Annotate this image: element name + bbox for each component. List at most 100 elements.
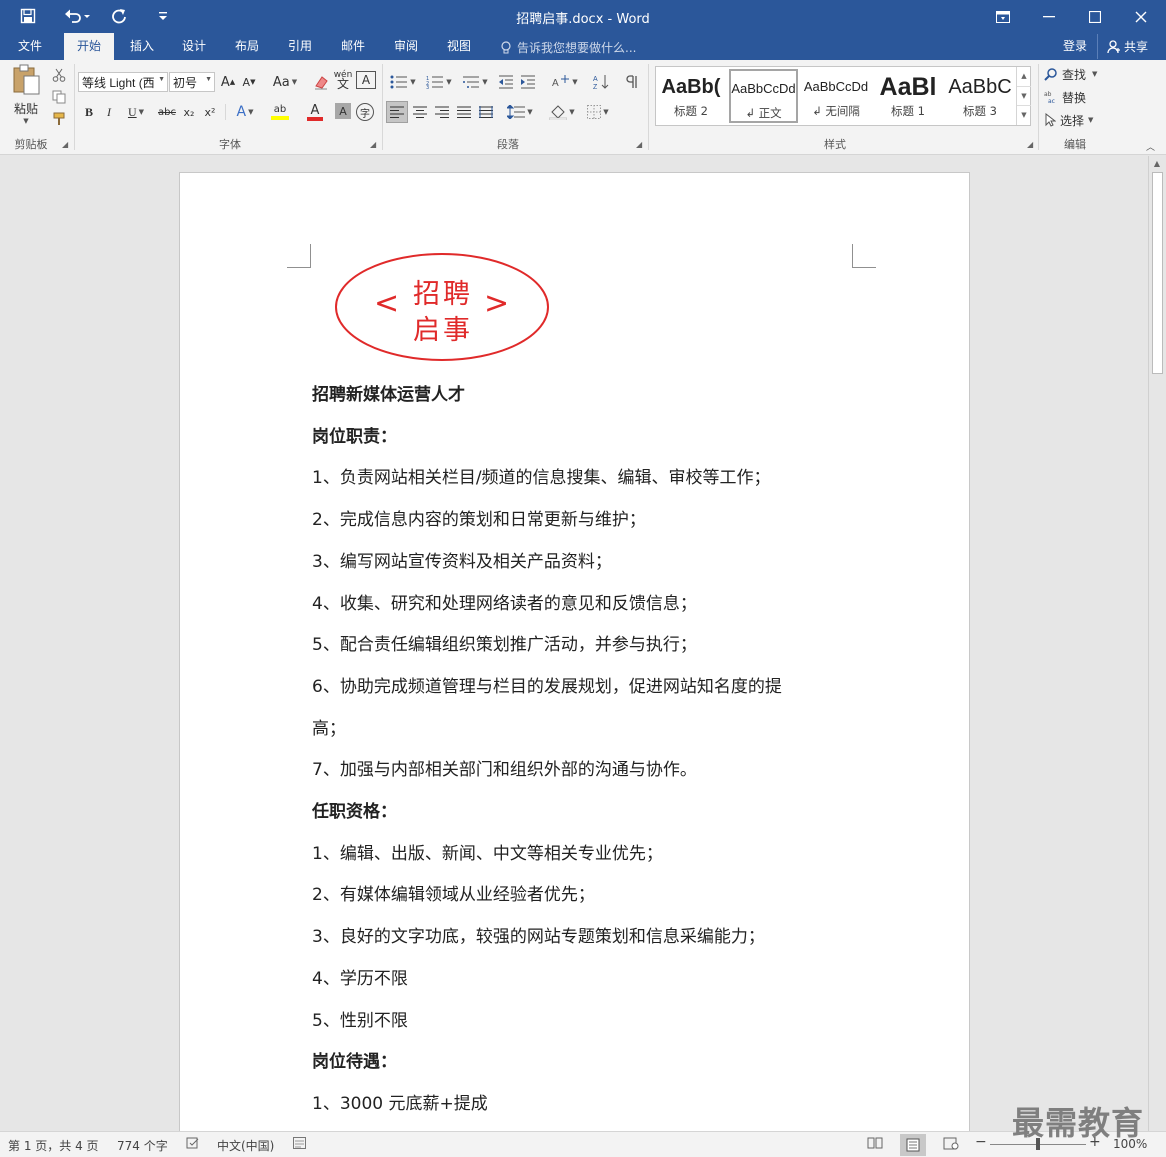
- paragraph[interactable]: 3、良好的文字功底，较强的网站专题策划和信息采编能力；: [312, 922, 765, 947]
- change-case-button[interactable]: Aa ▼: [268, 71, 302, 93]
- align-center-icon[interactable]: [410, 101, 430, 123]
- decrease-indent-icon[interactable]: [496, 71, 516, 93]
- undo-icon[interactable]: [58, 5, 96, 27]
- copy-icon[interactable]: [50, 86, 68, 108]
- section-heading[interactable]: 任职资格：: [312, 797, 397, 822]
- styles-more-icon[interactable]: ▼: [1017, 105, 1031, 124]
- scroll-thumb[interactable]: [1152, 172, 1163, 374]
- tab-design[interactable]: 设计: [170, 33, 218, 60]
- section-heading[interactable]: 岗位职责：: [312, 422, 397, 447]
- tab-home[interactable]: 开始: [64, 33, 114, 60]
- enclose-characters-button[interactable]: 字: [356, 103, 374, 121]
- line-spacing-button[interactable]: ▼: [504, 101, 536, 123]
- style-normal[interactable]: AaBbCcDd ↲ 正文: [729, 69, 798, 123]
- tab-insert[interactable]: 插入: [118, 33, 166, 60]
- font-size-combo[interactable]: 初号 ▼: [169, 72, 215, 92]
- font-name-combo[interactable]: 等线 Light (西 ▼: [78, 72, 168, 92]
- paragraph-launcher-icon[interactable]: ◢: [636, 140, 642, 149]
- paragraph[interactable]: 3、编写网站宣传资料及相关产品资料；: [312, 547, 612, 572]
- paragraph[interactable]: 高；: [312, 714, 346, 739]
- collapse-ribbon-icon[interactable]: ︿: [1146, 140, 1155, 153]
- styles-down-icon[interactable]: ▼: [1017, 86, 1031, 105]
- asian-layout-button[interactable]: A ▼: [550, 71, 580, 93]
- customize-qat-icon[interactable]: [152, 5, 174, 27]
- tell-me-box[interactable]: 告诉我您想要做什么...: [500, 39, 636, 56]
- sort-icon[interactable]: AZ: [590, 71, 612, 93]
- tab-review[interactable]: 审阅: [382, 33, 430, 60]
- strikethrough-button[interactable]: abc: [156, 101, 178, 123]
- select-button[interactable]: 选择 ▼: [1044, 109, 1106, 131]
- document-page[interactable]: < > 招聘 启事 招聘新媒体运营人才 岗位职责： 1、负责网站相关栏目/频道的信息…: [179, 172, 970, 1131]
- paragraph[interactable]: 2、完成信息内容的策划和日常更新与维护；: [312, 505, 646, 530]
- paragraph[interactable]: 1、负责网站相关栏目/频道的信息搜集、编辑、审校等工作；: [312, 463, 771, 488]
- tab-mailings[interactable]: 邮件: [329, 33, 377, 60]
- scroll-up-icon[interactable]: ▲: [1149, 156, 1165, 172]
- clipboard-launcher-icon[interactable]: ◢: [62, 140, 68, 149]
- tab-view[interactable]: 视图: [435, 33, 483, 60]
- save-icon[interactable]: [14, 5, 42, 27]
- web-layout-icon[interactable]: [943, 1137, 959, 1153]
- underline-button[interactable]: U ▼: [122, 101, 150, 123]
- paragraph[interactable]: 7、加强与内部相关部门和组织外部的沟通与协作。: [312, 755, 697, 780]
- read-mode-icon[interactable]: [867, 1137, 883, 1152]
- paragraph[interactable]: 1、编辑、出版、新闻、中文等相关专业优先；: [312, 839, 663, 864]
- italic-button[interactable]: I: [100, 101, 118, 123]
- paragraph[interactable]: 6、协助完成频道管理与栏目的发展规划，促进网站知名度的提: [312, 672, 782, 697]
- vertical-scrollbar[interactable]: ▲: [1148, 156, 1165, 1131]
- paragraph[interactable]: 5、性别不限: [312, 1006, 408, 1031]
- paragraph[interactable]: 1、3000 元底薪+提成: [312, 1089, 488, 1114]
- show-marks-icon[interactable]: [622, 71, 642, 93]
- share-button[interactable]: 共享: [1097, 34, 1157, 59]
- format-painter-icon[interactable]: [50, 108, 68, 130]
- tab-layout[interactable]: 布局: [223, 33, 271, 60]
- styles-up-icon[interactable]: ▲: [1017, 67, 1031, 86]
- grow-font-button[interactable]: A ▲: [219, 71, 237, 93]
- paragraph[interactable]: 4、收集、研究和处理网络读者的意见和反馈信息；: [312, 589, 697, 614]
- subscript-button[interactable]: x₂: [180, 101, 198, 123]
- word-count[interactable]: 774 个字: [117, 1137, 168, 1154]
- print-layout-icon[interactable]: [900, 1134, 926, 1156]
- numbering-button[interactable]: 1 2 3 ▼: [422, 71, 456, 93]
- proofing-icon[interactable]: [186, 1137, 200, 1152]
- replace-button[interactable]: ab ac 替换: [1044, 86, 1106, 108]
- align-right-icon[interactable]: [432, 101, 452, 123]
- cut-icon[interactable]: [50, 64, 68, 86]
- section-heading[interactable]: 招聘新媒体运营人才: [312, 380, 465, 405]
- paragraph[interactable]: 5、配合责任编辑组织策划推广活动，并参与执行；: [312, 630, 697, 655]
- restore-ribbon-icon[interactable]: [980, 0, 1026, 33]
- distributed-icon[interactable]: [476, 101, 496, 123]
- multilevel-list-button[interactable]: ▼: [458, 71, 492, 93]
- shading-button[interactable]: ▼: [546, 101, 578, 123]
- minimize-icon[interactable]: [1026, 0, 1072, 33]
- shrink-font-button[interactable]: A ▼: [240, 71, 258, 93]
- text-effects-button[interactable]: A ▼: [230, 101, 260, 123]
- font-color-button[interactable]: A: [299, 101, 331, 123]
- maximize-icon[interactable]: [1072, 0, 1118, 33]
- bullets-button[interactable]: ▼: [386, 71, 420, 93]
- language-indicator[interactable]: 中文(中国): [217, 1137, 274, 1154]
- section-heading[interactable]: 岗位待遇：: [312, 1047, 397, 1072]
- style-heading-1[interactable]: AaBl 标题 1: [873, 69, 943, 123]
- increase-indent-icon[interactable]: [518, 71, 538, 93]
- justify-icon[interactable]: [454, 101, 474, 123]
- paragraph[interactable]: 4、学历不限: [312, 964, 408, 989]
- highlight-button[interactable]: ab: [263, 101, 297, 123]
- tab-file[interactable]: 文件: [6, 33, 54, 60]
- style-heading-2[interactable]: AaBb( 标题 2: [656, 69, 726, 123]
- character-border-button[interactable]: A: [356, 71, 376, 89]
- sign-in-link[interactable]: 登录: [1058, 33, 1092, 60]
- borders-button[interactable]: ▼: [582, 101, 614, 123]
- superscript-button[interactable]: x²: [201, 101, 219, 123]
- style-heading-3[interactable]: AaBbC 标题 3: [945, 69, 1015, 123]
- paste-button[interactable]: 粘贴 ▼: [8, 64, 44, 126]
- character-shading-button[interactable]: A: [335, 103, 351, 119]
- font-launcher-icon[interactable]: ◢: [370, 140, 376, 149]
- find-button[interactable]: 查找 ▼: [1044, 63, 1106, 85]
- tab-references[interactable]: 引用: [276, 33, 324, 60]
- page-count[interactable]: 第 1 页，共 4 页: [8, 1137, 99, 1154]
- close-icon[interactable]: [1118, 0, 1164, 33]
- style-no-spacing[interactable]: AaBbCcDd ↲ 无间隔: [801, 69, 871, 123]
- repeat-icon[interactable]: [106, 5, 132, 27]
- zoom-out-icon[interactable]: −: [975, 1134, 987, 1150]
- paragraph[interactable]: 2、有媒体编辑领域从业经验者优先；: [312, 880, 595, 905]
